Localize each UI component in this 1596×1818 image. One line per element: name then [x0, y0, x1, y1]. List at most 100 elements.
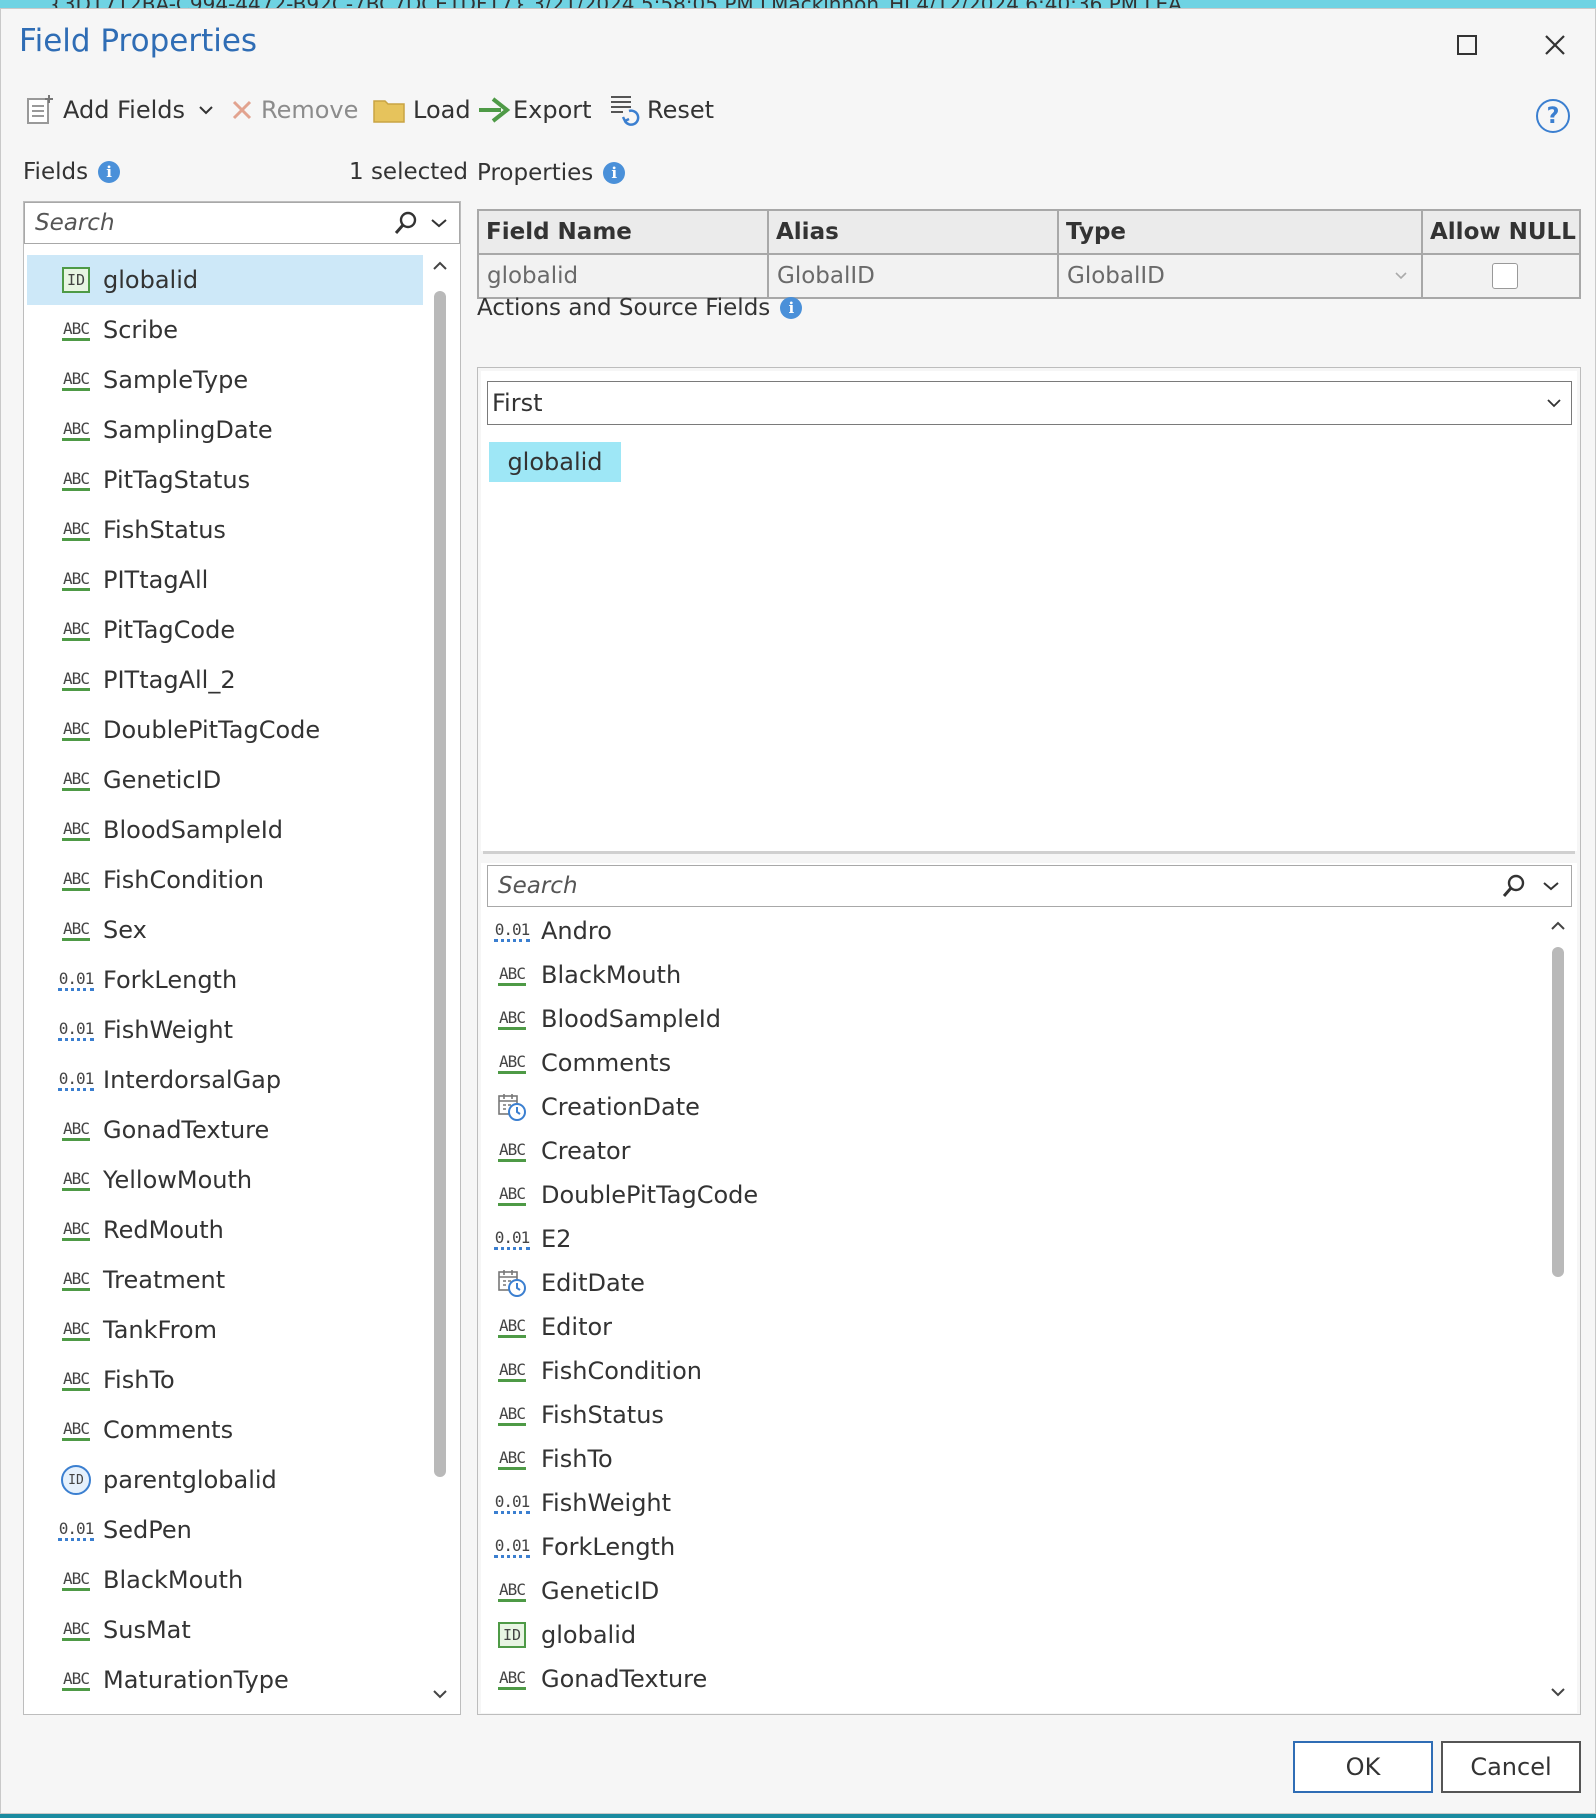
close-button[interactable]	[1535, 25, 1575, 65]
text-field-icon: ABC	[59, 1569, 93, 1591]
source-field-item-label: E2	[541, 1225, 572, 1253]
field-list-item[interactable]: ABC Scribe	[27, 305, 423, 355]
text-field-icon: ABC	[495, 1316, 529, 1338]
text-field-icon: ABC	[59, 1619, 93, 1641]
source-field-item[interactable]: ABC DoublePitTagCode	[487, 1173, 1537, 1217]
actions-heading: Actions and Source Fields i	[477, 295, 803, 321]
fields-scrollbar[interactable]	[431, 255, 449, 1713]
field-list-item[interactable]: ABC Comments	[27, 1405, 423, 1455]
source-scrollbar-thumb[interactable]	[1552, 947, 1564, 1277]
field-list-item[interactable]: ABC PitTagCode	[27, 605, 423, 655]
field-list-item[interactable]: ID parentglobalid	[27, 1455, 423, 1505]
cancel-button[interactable]: Cancel	[1441, 1741, 1581, 1793]
cell-type[interactable]: GlobalID	[1057, 253, 1423, 299]
source-field-item[interactable]: 0.01 ForkLength	[487, 1525, 1537, 1569]
field-list-item[interactable]: 0.01 ForkLength	[27, 955, 423, 1005]
field-list-item[interactable]: ABC RedMouth	[27, 1205, 423, 1255]
source-field-item[interactable]: 0.01 Andro	[487, 909, 1537, 953]
scroll-up-icon[interactable]	[1549, 919, 1567, 935]
field-list-item[interactable]: ABC FishTo	[27, 1355, 423, 1405]
source-field-item[interactable]: ABC FishTo	[487, 1437, 1537, 1481]
fields-scrollbar-thumb[interactable]	[434, 291, 446, 1477]
reset-button[interactable]: Reset	[609, 87, 714, 133]
field-list-item[interactable]: ABC SusMat	[27, 1605, 423, 1655]
source-field-item-label: FishTo	[541, 1445, 613, 1473]
load-button[interactable]: Load	[373, 87, 471, 133]
source-field-item[interactable]: ABC GonadTexture	[487, 1657, 1537, 1701]
source-field-item[interactable]: ABC Editor	[487, 1305, 1537, 1349]
guid-field-icon: ID	[59, 1465, 93, 1495]
info-icon[interactable]: i	[603, 162, 626, 184]
field-list-item[interactable]: 0.01 SedPen	[27, 1505, 423, 1555]
scroll-down-icon[interactable]	[431, 1687, 449, 1703]
maximize-button[interactable]	[1447, 25, 1487, 65]
source-scrollbar[interactable]	[1549, 909, 1567, 1711]
maximize-icon	[1457, 35, 1477, 55]
field-list-item[interactable]: ABC Treatment	[27, 1255, 423, 1305]
selected-count: 1 selected	[349, 159, 469, 185]
ok-button[interactable]: OK	[1293, 1741, 1433, 1793]
text-field-icon: ABC	[495, 1668, 529, 1690]
source-field-item[interactable]: ABC Comments	[487, 1041, 1537, 1085]
allow-null-checkbox[interactable]	[1492, 263, 1518, 289]
source-field-item-label: globalid	[541, 1621, 637, 1649]
source-field-item[interactable]: ABC GeneticID	[487, 1569, 1537, 1613]
field-list-item[interactable]: 0.01 FishWeight	[27, 1005, 423, 1055]
field-list-item[interactable]: ABC Sex	[27, 905, 423, 955]
field-list-item[interactable]: ABC BloodSampleId	[27, 805, 423, 855]
field-list-item[interactable]: ABC TankFrom	[27, 1305, 423, 1355]
fields-search-input[interactable]	[25, 210, 393, 236]
remove-button[interactable]: Remove	[231, 87, 358, 133]
source-search-input[interactable]	[488, 873, 1501, 899]
actions-label: Actions and Source Fields	[477, 295, 771, 321]
source-field-item-label: BlackMouth	[541, 961, 682, 989]
source-field-item[interactable]: 0.01 E2	[487, 1217, 1537, 1261]
source-field-item-label: ForkLength	[541, 1533, 676, 1561]
export-button[interactable]: Export	[477, 87, 592, 133]
field-list-item[interactable]: ABC SamplingDate	[27, 405, 423, 455]
scroll-up-icon[interactable]	[431, 259, 449, 275]
field-list-item[interactable]: ABC SampleType	[27, 355, 423, 405]
field-list-item[interactable]: ABC YellowMouth	[27, 1155, 423, 1205]
field-list-item-label: globalid	[103, 266, 199, 294]
source-field-item[interactable]: 0.01 FishWeight	[487, 1481, 1537, 1525]
field-list-item[interactable]: ABC DoublePitTagCode	[27, 705, 423, 755]
field-list-item[interactable]: ABC GeneticID	[27, 755, 423, 805]
field-list-item[interactable]: 0.01 InterdorsalGap	[27, 1055, 423, 1105]
field-list-item[interactable]: ABC MaturationType	[27, 1655, 423, 1705]
field-list-item[interactable]: ABC FishStatus	[27, 505, 423, 555]
help-icon[interactable]: ?	[1536, 99, 1570, 133]
field-list-item[interactable]: ABC BlackMouth	[27, 1555, 423, 1605]
cell-field-name[interactable]: globalid	[477, 253, 769, 299]
cell-alias[interactable]: GlobalID	[767, 253, 1059, 299]
source-field-item[interactable]: ABC Creator	[487, 1129, 1537, 1173]
search-icon[interactable]	[393, 210, 419, 236]
source-field-item[interactable]: ABC FishStatus	[487, 1393, 1537, 1437]
info-icon[interactable]: i	[780, 297, 803, 319]
source-field-item[interactable]: ABC FishCondition	[487, 1349, 1537, 1393]
field-list-item-label: TankFrom	[103, 1316, 217, 1344]
field-list-item[interactable]: ID globalid	[27, 255, 423, 305]
scroll-down-icon[interactable]	[1549, 1685, 1567, 1701]
source-field-item[interactable]: ABC BloodSampleId	[487, 997, 1537, 1041]
search-icon[interactable]	[1501, 873, 1527, 899]
source-field-item[interactable]: CreationDate	[487, 1085, 1537, 1129]
splitter[interactable]	[483, 851, 1575, 854]
source-field-item[interactable]: ID globalid	[487, 1613, 1537, 1657]
field-list-item[interactable]: ABC PitTagStatus	[27, 455, 423, 505]
source-field-item[interactable]: EditDate	[487, 1261, 1537, 1305]
text-field-icon: ABC	[59, 869, 93, 891]
field-list-item[interactable]: ABC PITtagAll	[27, 555, 423, 605]
field-list-item[interactable]: ABC PITtagAll_2	[27, 655, 423, 705]
action-select[interactable]: First	[487, 381, 1572, 425]
source-field-item[interactable]: ABC BlackMouth	[487, 953, 1537, 997]
field-list-item[interactable]: ABC GonadTexture	[27, 1105, 423, 1155]
field-list-item[interactable]: ABC FishCondition	[27, 855, 423, 905]
search-options-chevron-icon[interactable]	[1543, 881, 1559, 891]
text-field-icon: ABC	[59, 319, 93, 341]
field-list-item-label: FishWeight	[103, 1016, 234, 1044]
search-options-chevron-icon[interactable]	[431, 218, 447, 228]
info-icon[interactable]: i	[98, 161, 121, 183]
source-field-chip[interactable]: globalid	[489, 442, 621, 482]
add-fields-button[interactable]: Add Fields	[25, 87, 213, 133]
